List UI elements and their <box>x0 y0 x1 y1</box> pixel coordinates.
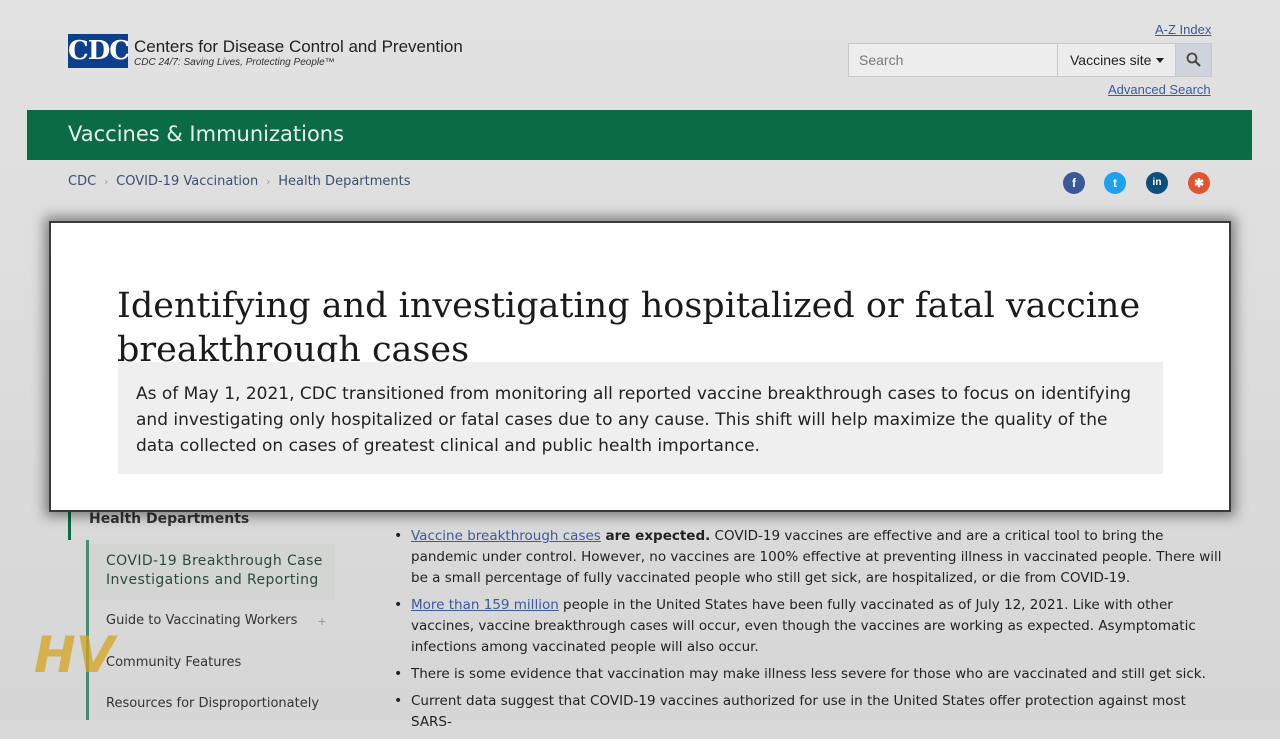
caret-down-icon <box>1156 58 1165 63</box>
list-item: More than 159 million people in the Unit… <box>392 595 1222 658</box>
list-item-bold: are expected. <box>600 528 711 544</box>
breadcrumb-covid-vaccination[interactable]: COVID-19 Vaccination <box>116 174 258 189</box>
site-scope-label: Vaccines site <box>1070 52 1152 68</box>
search-icon <box>1186 52 1201 67</box>
expand-plus-icon[interactable]: + <box>318 613 326 629</box>
sidebar-item-resources[interactable]: Resources for Disproportionately <box>106 696 319 711</box>
site-banner: Vaccines & Immunizations <box>27 110 1252 160</box>
callout-box: As of May 1, 2021, CDC transitioned from… <box>118 362 1163 474</box>
list-item: Current data suggest that COVID-19 vacci… <box>392 691 1222 733</box>
sidebar-rule <box>68 508 71 540</box>
cdc-logo[interactable]: CDC <box>68 34 130 68</box>
callout-text: As of May 1, 2021, CDC transitioned from… <box>136 384 1132 456</box>
breadcrumb-cdc[interactable]: CDC <box>68 174 96 189</box>
list-item: There is some evidence that vaccination … <box>392 664 1222 685</box>
breadcrumb-separator-icon: › <box>104 177 109 188</box>
twitter-icon[interactable]: t <box>1104 172 1126 194</box>
org-name: Centers for Disease Control and Preventi… <box>134 37 463 56</box>
search-bar: Vaccines site <box>848 43 1212 77</box>
az-index-link[interactable]: A-Z Index <box>1155 22 1211 37</box>
syndicate-glyph: ✱ <box>1193 176 1205 190</box>
watermark-text: HV <box>34 626 118 682</box>
site-scope-select[interactable]: Vaccines site <box>1057 44 1175 76</box>
list-item-text: Current data suggest that COVID-19 vacci… <box>411 693 1186 730</box>
list-item: Vaccine breakthrough cases are expected.… <box>392 526 1222 589</box>
search-button[interactable] <box>1175 44 1211 76</box>
search-input[interactable] <box>849 44 1057 76</box>
sidebar-heading[interactable]: Health Departments <box>89 511 249 527</box>
twitter-glyph: t <box>1113 176 1117 190</box>
page-title: Identifying and investigating hospitaliz… <box>117 286 1141 371</box>
watermark-logo: HV <box>34 626 118 682</box>
org-tagline: CDC 24/7: Saving Lives, Protecting Peopl… <box>134 57 335 68</box>
breadcrumb-separator-icon: › <box>266 177 271 188</box>
main-bullet-list: Vaccine breakthrough cases are expected.… <box>392 526 1222 739</box>
sidebar-item-active[interactable]: COVID-19 Breakthrough Case Investigation… <box>89 544 335 600</box>
breadcrumb: CDC › COVID-19 Vaccination › Health Departme… <box>68 174 411 189</box>
vaccine-breakthrough-cases-link[interactable]: Vaccine breakthrough cases <box>411 528 601 544</box>
facebook-glyph: f <box>1072 176 1076 190</box>
vaccinated-count-link[interactable]: More than 159 million <box>411 597 559 613</box>
linkedin-glyph: in <box>1152 177 1162 188</box>
list-item-text: There is some evidence that vaccination … <box>411 666 1206 682</box>
linkedin-icon[interactable]: in <box>1146 172 1168 194</box>
highlight-card: Identifying and investigating hospitaliz… <box>49 221 1231 512</box>
banner-title[interactable]: Vaccines & Immunizations <box>68 122 344 146</box>
sidebar-item-active-label: COVID-19 Breakthrough Case Investigation… <box>106 553 323 588</box>
breadcrumb-health-departments[interactable]: Health Departments <box>278 174 410 189</box>
advanced-search-link[interactable]: Advanced Search <box>1108 82 1211 97</box>
syndicate-icon[interactable]: ✱ <box>1188 172 1210 194</box>
facebook-icon[interactable]: f <box>1063 172 1085 194</box>
